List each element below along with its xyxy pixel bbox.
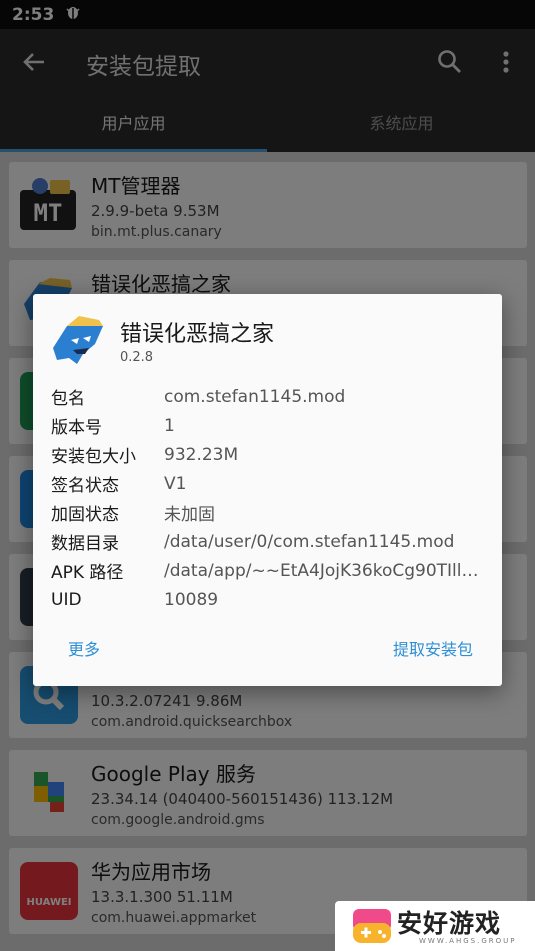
detail-row: UID 10089: [51, 585, 482, 614]
detail-row: APK 路径/data/app/~~EtA4JojK36koCg90TIllB…: [51, 556, 482, 585]
more-button[interactable]: 更多: [68, 636, 100, 660]
detail-value: 1: [164, 415, 175, 436]
extract-apk-button[interactable]: 提取安装包: [393, 636, 473, 660]
detail-value: /data/app/~~EtA4JojK36koCg90TIllB…: [164, 560, 482, 581]
detail-label: 签名状态: [51, 476, 119, 496]
dialog-app-name: 错误化恶搞之家: [120, 322, 275, 347]
dialog-app-version: 0.2.8: [120, 350, 154, 365]
detail-value: 未加固: [164, 505, 215, 525]
detail-row: 包名 com.stefan1145.mod: [51, 382, 482, 411]
detail-row: 安装包大小 932.23M: [51, 440, 482, 469]
detail-value: 10089: [164, 589, 219, 610]
detail-value: V1: [164, 473, 187, 494]
detail-label: 版本号: [51, 418, 102, 438]
site-watermark: 安好游戏 WWW.AHGS.GROUP: [335, 901, 535, 951]
detail-label: 加固状态: [51, 505, 119, 525]
detail-value: /data/user/0/com.stefan1145.mod: [164, 531, 455, 552]
detail-label: APK 路径: [51, 563, 124, 583]
detail-row: 版本号 1: [51, 411, 482, 440]
detail-label: 包名: [51, 389, 85, 409]
detail-label: 安装包大小: [51, 447, 136, 467]
app-details-table: 包名 com.stefan1145.mod 版本号 1 安装包大小 932.23M 签…: [51, 382, 482, 614]
detail-label: 数据目录: [51, 534, 119, 554]
detail-row: 加固状态 未加固: [51, 498, 482, 527]
watermark-subtext: WWW.AHGS.GROUP: [419, 937, 517, 945]
detail-label: UID: [51, 589, 82, 610]
detail-row: 数据目录/data/user/0/com.stefan1145.mod: [51, 527, 482, 556]
app-info-dialog: 错误化恶搞之家 0.2.8 包名 com.stefan1145.mod 版本号 1 …: [33, 294, 502, 686]
fnf-character-icon: [49, 314, 105, 370]
watermark-text: 安好游戏: [397, 909, 502, 938]
gamepad-logo-icon: [351, 907, 393, 945]
detail-value: 932.23M: [164, 444, 239, 465]
detail-row: 签名状态 V1: [51, 469, 482, 498]
detail-value: com.stefan1145.mod: [164, 386, 346, 407]
